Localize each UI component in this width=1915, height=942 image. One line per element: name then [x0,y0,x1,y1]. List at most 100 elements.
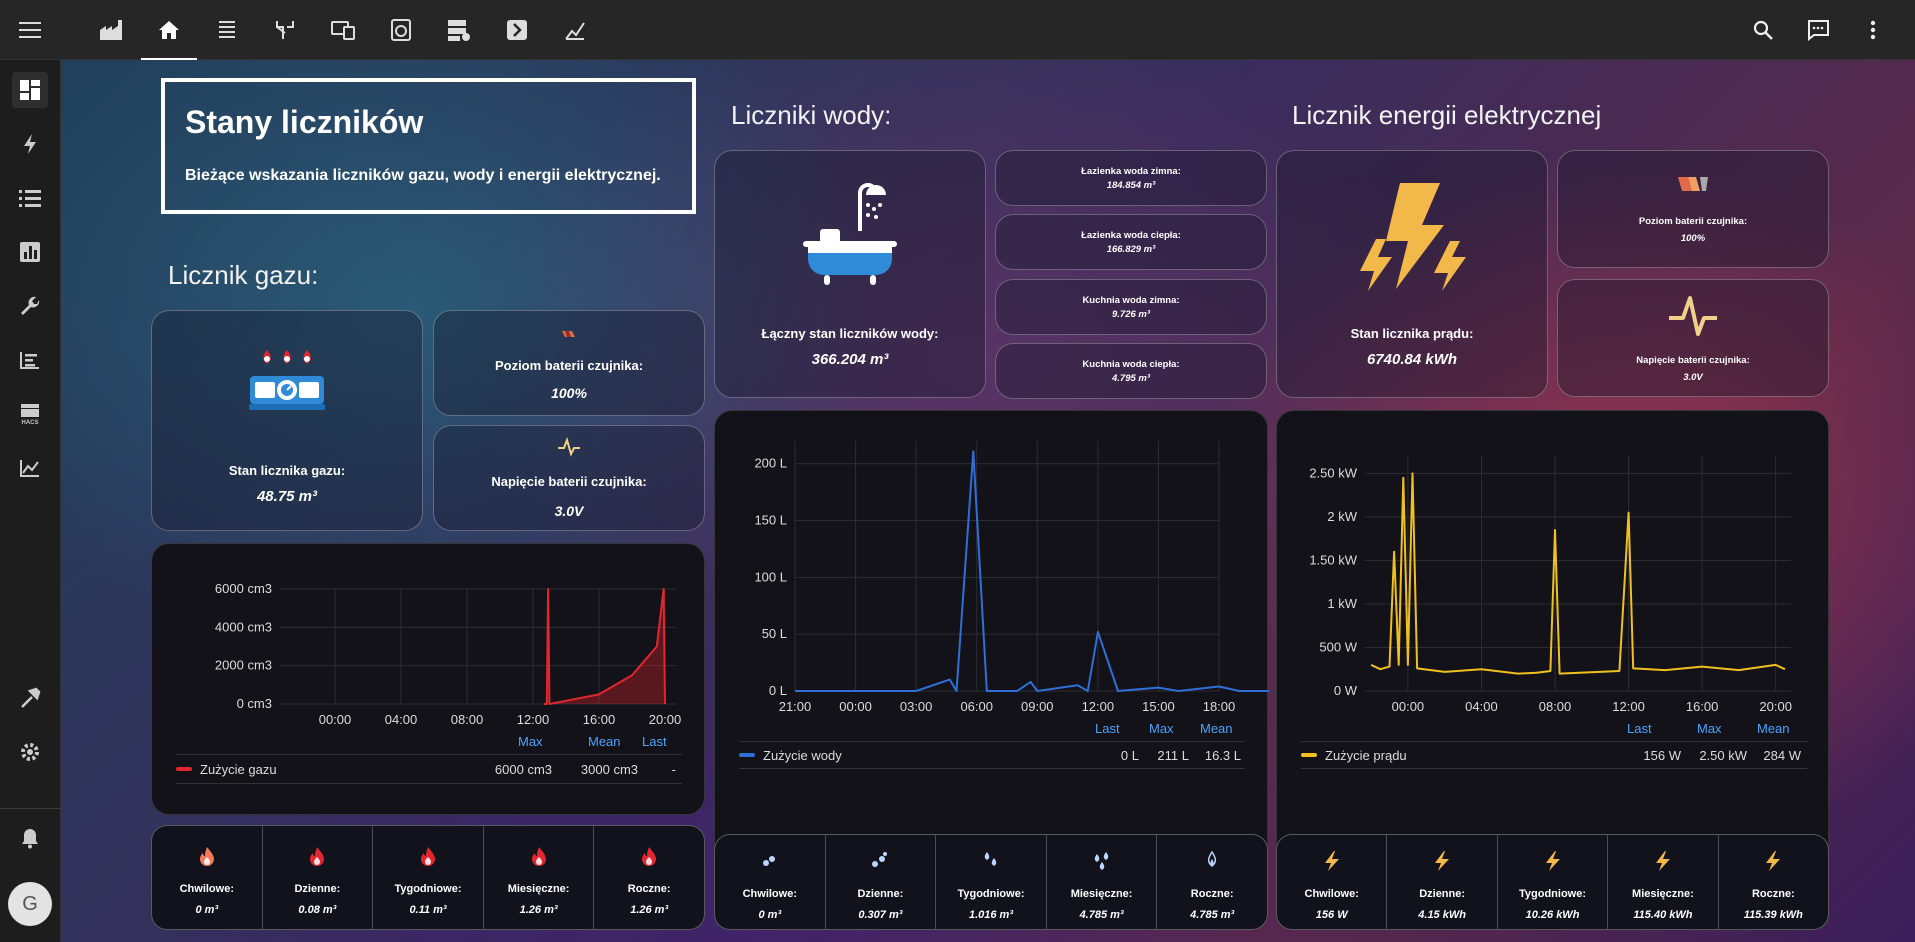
water-stat-cell[interactable]: Dzienne: 0.307 m³ [826,835,937,929]
layers-icon[interactable] [207,10,247,50]
electric-chart-y-tick: 2 kW [1327,509,1357,524]
electric-stat-value: 115.40 kWh [1633,908,1693,921]
gas-stat-last-head[interactable]: Last [642,734,667,749]
dashboard-icon[interactable] [12,72,48,108]
gas-meter-card[interactable]: Stan licznika gazu: 48.75 m³ [151,310,423,531]
water-legend-swatch [739,753,755,757]
history-icon[interactable] [12,450,48,486]
water-chart-x-tick: 15:00 [1142,699,1175,714]
bar-chart-icon[interactable] [12,234,48,270]
electric-legend-mean: 284 W [1763,747,1801,763]
water-chart-y-tick: 150 L [754,513,787,528]
water-stat-cell[interactable]: Roczne: 4.785 m³ [1157,835,1267,929]
water-meter-card[interactable]: Łazienka woda ciepła: 166.829 m³ [995,214,1267,270]
lightning-icon[interactable] [12,126,48,162]
devices-icon[interactable] [323,10,363,50]
gas-stat-cell[interactable]: Miesięczne: 1.26 m³ [484,826,595,929]
water-chart-card[interactable]: 0 L 50 L 100 L 150 L 200 L 21:00 00:00 03:00 06:… [714,410,1269,883]
electric-stat-cell[interactable]: Dzienne: 4.15 kWh [1387,835,1498,929]
gas-stat-cell[interactable]: Tygodniowe: 0.11 m³ [373,826,484,929]
settings-gear-icon[interactable] [12,734,48,770]
water-chart-y-tick: 0 L [769,683,787,698]
electric-chart-x-tick: 08:00 [1539,699,1572,714]
gas-voltage-card[interactable]: Napięcie baterii czujnika: 3.0V [433,425,705,531]
assist-chat-icon[interactable] [1800,12,1836,48]
electric-chart-x-tick: 12:00 [1612,699,1645,714]
electric-battery-card[interactable]: Poziom baterii czujnika: 100% [1557,150,1829,268]
electric-stat-max-head[interactable]: Max [1697,721,1722,736]
menu-icon[interactable] [14,14,46,46]
water-stat-mean-head[interactable]: Mean [1200,721,1233,736]
wrench-icon[interactable] [12,288,48,324]
flame-icon [420,843,436,869]
pulse-icon [557,436,581,462]
water-stat-cell[interactable]: Tygodniowe: 1.016 m³ [936,835,1047,929]
gas-voltage-value: 3.0V [554,503,584,519]
washing-machine-icon[interactable] [381,10,421,50]
search-icon[interactable] [1745,12,1781,48]
water-stat-value: 0.307 m³ [858,908,903,921]
server-icon[interactable] [439,10,479,50]
water-stat-value: 0 m³ [758,908,782,921]
water-stat-last-head[interactable]: Last [1095,721,1120,736]
water-chart-x-tick: 12:00 [1082,699,1115,714]
electric-stat-cell[interactable]: Miesięczne: 115.40 kWh [1608,835,1719,929]
gas-stat-mean-head[interactable]: Mean [588,734,621,749]
factory-icon[interactable] [91,10,131,50]
battery-icon [561,326,577,344]
gas-chart-card[interactable]: 0 cm3 2000 cm3 4000 cm3 6000 cm3 00:00 04:00 0… [151,543,705,815]
electric-voltage-card[interactable]: Napięcie baterii czujnika: 3.0V [1557,279,1829,397]
gas-stat-cell[interactable]: Chwilowe: 0 m³ [152,826,263,929]
lightning-icon [1433,848,1451,874]
water-stat-value: 4.785 m³ [1079,908,1124,921]
notifications-bell-icon[interactable] [12,820,48,856]
water-total-card[interactable]: Łączny stan liczników wody: 366.204 m³ [714,150,986,398]
water-drops-icon [1092,848,1112,874]
electric-legend-row[interactable]: Zużycie prądu 156 W 2.50 kW 284 W [1301,741,1807,769]
gas-legend-row[interactable]: Zużycie gazu 6000 cm3 3000 cm3 - [176,754,682,784]
electric-stat-mean-head[interactable]: Mean [1757,721,1790,736]
user-avatar[interactable]: G [8,882,52,926]
water-meter-card[interactable]: Kuchnia woda ciepła: 4.795 m³ [995,343,1267,399]
list-icon[interactable] [12,180,48,216]
water-legend-row[interactable]: Zużycie wody 0 L 211 L 16.3 L [739,741,1245,769]
gas-chart-area [544,589,665,704]
gas-battery-card[interactable]: Poziom baterii czujnika: 100% [433,310,705,416]
gas-stats-strip: Chwilowe: 0 m³ Dzienne: 0.08 m³ Tygodniowe: 0… [151,825,705,930]
electric-legend-last: 156 W [1643,747,1681,763]
lightning-icon [1544,848,1562,874]
chart-icon[interactable] [555,10,595,50]
more-options-icon[interactable] [1855,12,1891,48]
electric-meter-card[interactable]: Stan licznika prądu: 6740.84 kWh [1276,150,1548,398]
water-meter-card[interactable]: Łazienka woda zimna: 184.854 m³ [995,150,1267,206]
water-meter-value: 184.854 m³ [1106,179,1156,191]
water-stat-cell[interactable]: Miesięczne: 4.785 m³ [1047,835,1158,929]
water-legend-max: 211 L [1157,747,1189,763]
water-stats-strip: Chwilowe: 0 m³ Dzienne: 0.307 m³ Tygodniowe:… [714,834,1268,930]
water-drops-icon [1202,848,1222,874]
water-meter-card[interactable]: Kuchnia woda zimna: 9.726 m³ [995,279,1267,335]
water-stat-max-head[interactable]: Max [1149,721,1174,736]
gas-stat-max-head[interactable]: Max [518,734,543,749]
logbook-icon[interactable] [12,342,48,378]
home-icon[interactable] [141,10,197,60]
pipe-icon[interactable] [265,10,305,50]
electric-stat-cell[interactable]: Tygodniowe: 10.26 kWh [1498,835,1609,929]
gas-stat-cell[interactable]: Roczne: 1.26 m³ [594,826,704,929]
water-stat-cell[interactable]: Chwilowe: 0 m³ [715,835,826,929]
gas-stat-label: Dzienne: [294,883,341,895]
arrow-box-icon[interactable] [497,10,537,50]
electric-chart-card[interactable]: 0 W 500 W 1 kW 1.50 kW 2 kW 2.50 kW 00:00 04:00… [1276,410,1829,883]
header-card: Stany liczników Bieżące wskazania liczni… [161,78,696,214]
hacs-icon[interactable]: HACS [12,396,48,432]
flame-icon [309,843,325,869]
water-chart-y-tick: 200 L [754,456,787,471]
gas-voltage-label: Napięcie baterii czujnika: [491,474,647,489]
hammer-icon[interactable] [12,680,48,716]
electric-battery-label: Poziom baterii czujnika: [1638,215,1748,227]
gas-stat-value: 1.26 m³ [630,904,669,916]
gas-stat-cell[interactable]: Dzienne: 0.08 m³ [263,826,374,929]
electric-stat-last-head[interactable]: Last [1627,721,1652,736]
electric-stat-cell[interactable]: Roczne: 115.39 kWh [1719,835,1828,929]
electric-stat-cell[interactable]: Chwilowe: 156 W [1277,835,1388,929]
